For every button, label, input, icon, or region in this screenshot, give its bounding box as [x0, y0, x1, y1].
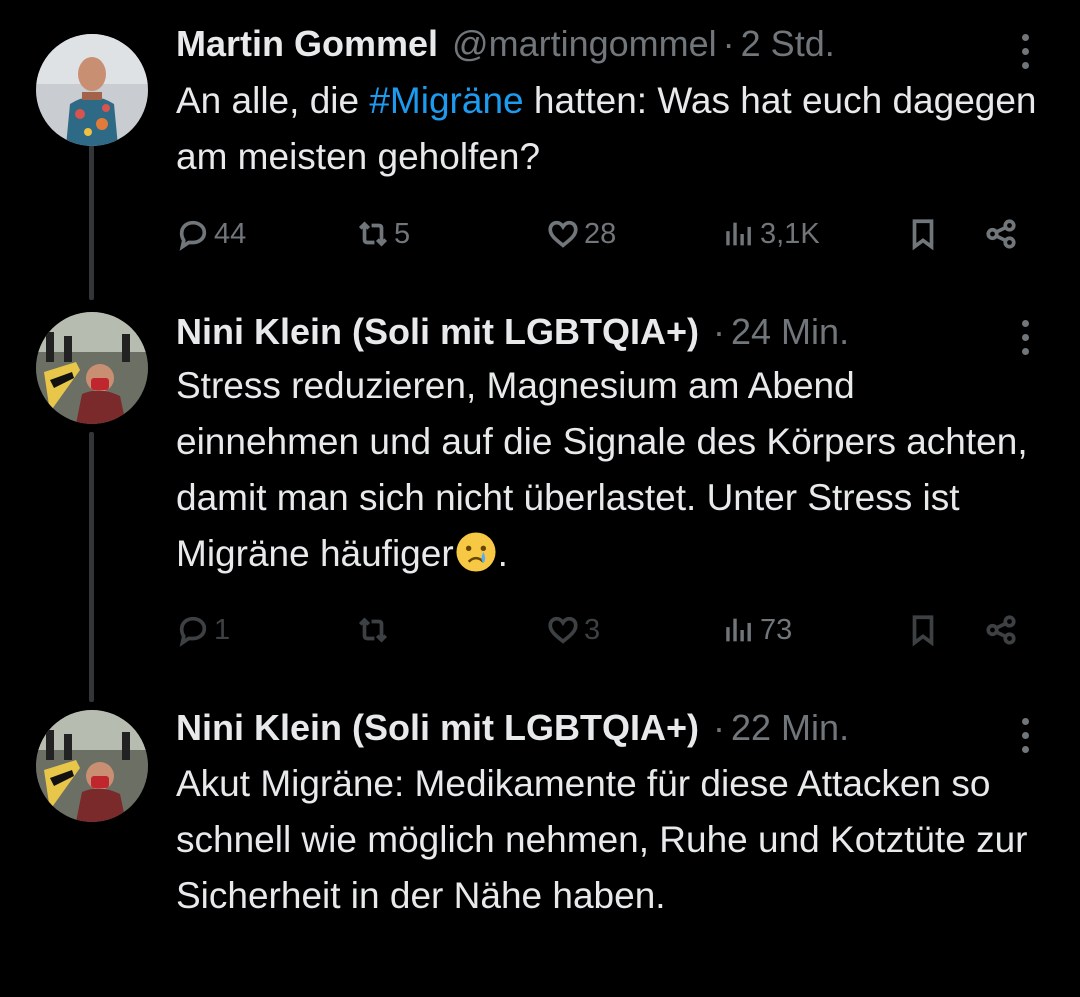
separator-dot: ·: [713, 707, 726, 748]
tweet-text: An alle, die #Migräne hatten: Was hat eu…: [176, 73, 1044, 185]
reply-count: 44: [214, 217, 247, 250]
share-button[interactable]: [984, 613, 1018, 647]
tweet-original[interactable]: Martin Gommel @martingommel · 2 Std. An …: [0, 14, 1080, 284]
reply-icon: [179, 616, 207, 647]
retweet-icon: [358, 617, 388, 643]
author-name[interactable]: Nini Klein (Soli mit LGBTQIA+): [176, 707, 699, 749]
share-icon: [986, 219, 1016, 249]
retweet-count: 5: [394, 217, 411, 250]
timestamp[interactable]: 24 Min.: [731, 311, 849, 353]
bookmark-button[interactable]: [906, 217, 940, 251]
avatar[interactable]: [36, 312, 148, 424]
views-button[interactable]: 73: [722, 613, 792, 647]
views-button[interactable]: 3,1K: [722, 217, 820, 251]
retweet-icon: [358, 221, 388, 247]
avatar[interactable]: [36, 710, 148, 822]
tweet-text-part: An alle, die: [176, 80, 370, 121]
like-button[interactable]: 28: [546, 217, 616, 251]
timestamp[interactable]: 2 Std.: [741, 23, 835, 65]
reply-button[interactable]: 44: [176, 217, 246, 251]
bookmark-button[interactable]: [906, 613, 940, 647]
tweet-header: Martin Gommel @martingommel · 2 Std.: [176, 14, 1040, 74]
hashtag-link[interactable]: #Migräne: [369, 80, 523, 121]
tweet-reply[interactable]: Nini Klein (Soli mit LGBTQIA+) · 24 Min.…: [0, 300, 1080, 670]
separator-dot: ·: [713, 311, 726, 352]
avatar[interactable]: [36, 34, 148, 146]
tweet-text-part: Stress reduzieren, Magnesium am Abend ei…: [176, 365, 1028, 574]
author-name[interactable]: Nini Klein (Soli mit LGBTQIA+): [176, 311, 699, 353]
tweet-text: Stress reduzieren, Magnesium am Abend ei…: [176, 358, 1044, 582]
tweet-text: Akut Migräne: Medikamente für diese Atta…: [176, 763, 1028, 916]
tweet-reply[interactable]: Nini Klein (Soli mit LGBTQIA+) · 22 Min.…: [0, 698, 1080, 997]
tweet-actions: 1 3 73: [176, 608, 1040, 652]
views-icon: [726, 222, 751, 246]
retweet-button[interactable]: 5: [356, 217, 410, 251]
bookmark-icon: [912, 219, 934, 251]
tweet-header: Nini Klein (Soli mit LGBTQIA+) · 22 Min.: [176, 698, 1040, 758]
like-icon: [548, 220, 578, 248]
tweet-actions: 44 5 28 3,1K: [176, 212, 1040, 256]
retweet-button[interactable]: [356, 613, 394, 647]
author-handle[interactable]: @martingommel: [452, 23, 717, 65]
share-button[interactable]: [984, 217, 1018, 251]
share-icon: [986, 615, 1016, 645]
like-icon: [548, 616, 578, 644]
like-button[interactable]: 3: [546, 613, 600, 647]
like-count: 3: [584, 613, 601, 646]
reply-count: 1: [214, 613, 231, 646]
reply-thread: Martin Gommel @martingommel · 2 Std. An …: [0, 0, 1080, 997]
like-count: 28: [584, 217, 617, 250]
more-icon[interactable]: [1022, 34, 1032, 76]
author-name[interactable]: Martin Gommel: [176, 23, 438, 65]
more-icon[interactable]: [1022, 718, 1032, 760]
bookmark-icon: [912, 615, 934, 647]
tweet-header: Nini Klein (Soli mit LGBTQIA+) · 24 Min.: [176, 302, 1040, 362]
more-icon[interactable]: [1022, 320, 1032, 362]
reply-icon: [179, 220, 207, 251]
views-count: 3,1K: [760, 217, 820, 250]
tweet-text-part: .: [497, 533, 508, 574]
crying-face-emoji: [456, 532, 496, 572]
separator-dot: ·: [722, 23, 735, 64]
views-count: 73: [760, 613, 793, 646]
reply-button[interactable]: 1: [176, 613, 230, 647]
views-icon: [726, 618, 751, 642]
timestamp[interactable]: 22 Min.: [731, 707, 849, 749]
